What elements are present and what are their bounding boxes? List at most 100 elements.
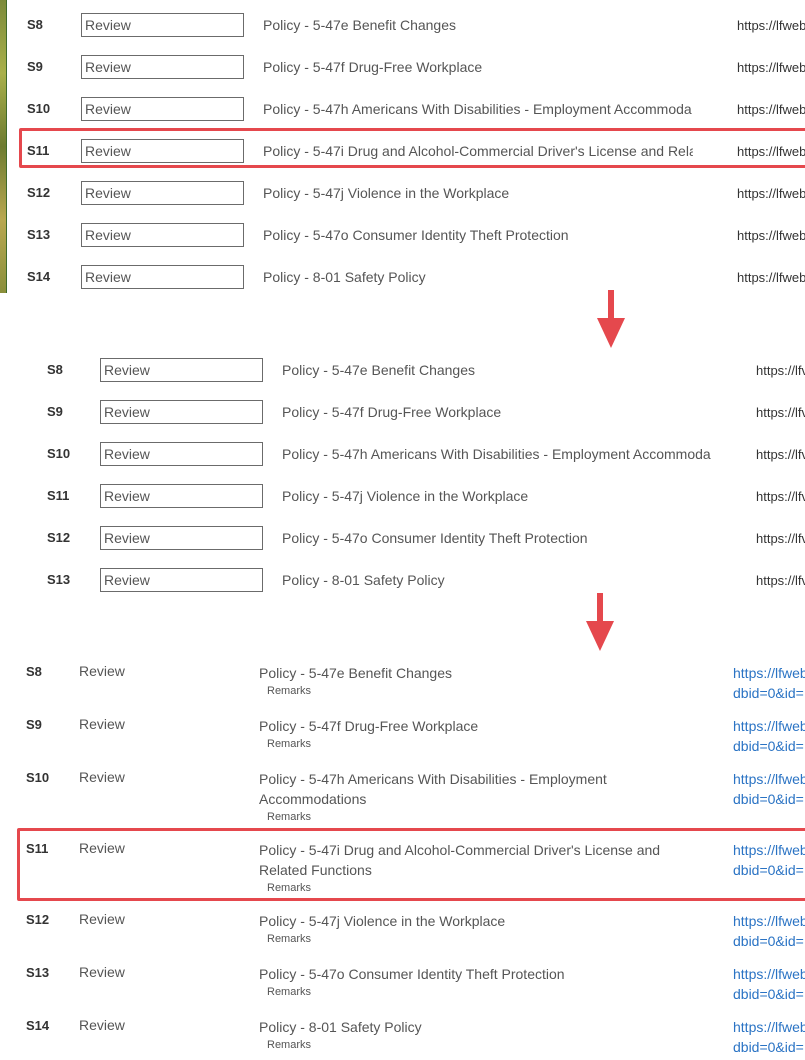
row-id: S12 xyxy=(27,185,51,200)
review-value: Review xyxy=(79,911,125,927)
remarks-label: Remarks xyxy=(267,738,312,750)
policy-title: Policy - 5-47f Drug-Free Workplace xyxy=(263,59,483,75)
row-id: S13 xyxy=(47,572,71,587)
policy-url[interactable]: https://lfweb xyxy=(737,102,805,117)
row-id: S8 xyxy=(47,362,63,377)
policy-url[interactable]: https://lfv xyxy=(756,363,805,378)
policy-link[interactable]: https://lfweb dbid=0&id=: xyxy=(733,1017,805,1057)
policy-link[interactable]: https://lfweb dbid=0&id=: xyxy=(733,769,805,809)
policy-title: Policy - 5-47h Americans With Disabiliti… xyxy=(263,101,692,117)
review-input[interactable]: Review xyxy=(81,55,244,79)
review-input[interactable]: Review xyxy=(81,97,244,121)
remarks-label: Remarks xyxy=(267,1039,312,1051)
review-input[interactable]: Review xyxy=(100,526,263,550)
policy-title: Policy - 8-01 Safety Policy xyxy=(263,269,426,285)
row-id: S9 xyxy=(27,59,43,74)
policy-url[interactable]: https://lfv xyxy=(756,447,805,462)
policy-title: Policy - 5-47e Benefit Changes xyxy=(263,17,456,33)
policy-title: Policy - 5-47o Consumer Identity Theft P… xyxy=(263,227,569,243)
after-delete-table-panel: S8 Review Policy - 5-47e Benefit Changes… xyxy=(0,350,805,593)
review-input[interactable]: Review xyxy=(81,181,244,205)
review-input[interactable]: Review xyxy=(81,13,244,37)
policy-title: Policy - 5-47o Consumer Identity Theft P… xyxy=(259,966,565,982)
table-row: S10 Review Policy - 5-47h Americans With… xyxy=(0,442,805,484)
review-input[interactable]: Review xyxy=(81,223,244,247)
policy-url[interactable]: https://lfv xyxy=(756,489,805,504)
down-arrow-icon xyxy=(586,593,614,651)
row-id: S12 xyxy=(47,530,71,545)
policy-title: Policy - 5-47e Benefit Changes xyxy=(282,362,475,378)
row-id: S14 xyxy=(26,1018,50,1033)
row-id: S12 xyxy=(26,912,50,927)
policy-title: Policy - 5-47o Consumer Identity Theft P… xyxy=(282,530,588,546)
remarks-label: Remarks xyxy=(267,685,312,697)
policy-title: Policy - 5-47h Americans With Disabiliti… xyxy=(282,446,711,462)
table-row: S8 Review Policy - 5-47e Benefit Changes… xyxy=(0,358,805,400)
table-row: S13 Review Policy - 8-01 Safety Policy h… xyxy=(0,568,805,593)
table-row: S13 Review Policy - 5-47o Consumer Ident… xyxy=(0,956,805,1009)
table-row: S9 Review Policy - 5-47f Drug-Free Workp… xyxy=(0,708,805,761)
policy-link[interactable]: https://lfweb dbid=0&id=: xyxy=(733,663,805,703)
table-row: S9 Review Policy - 5-47f Drug-Free Workp… xyxy=(0,400,805,442)
policy-title: Policy - 5-47f Drug-Free Workplace xyxy=(259,718,479,734)
review-input[interactable]: Review xyxy=(81,265,244,289)
row-id: S9 xyxy=(26,717,42,732)
row-id: S14 xyxy=(27,269,51,284)
table-row: S12 Review Policy - 5-47o Consumer Ident… xyxy=(0,526,805,568)
policy-title: Policy - 5-47h Americans With Disabiliti… xyxy=(259,771,607,807)
row-id: S10 xyxy=(26,770,50,785)
policy-link[interactable]: https://lfweb dbid=0&id=: xyxy=(733,911,805,951)
review-input[interactable]: Review xyxy=(100,400,263,424)
table-row: S14 Review Policy - 8-01 Safety Policy h… xyxy=(0,265,805,293)
policy-url[interactable]: https://lfv xyxy=(756,405,805,420)
down-arrow-icon xyxy=(597,290,625,348)
table-row: S14 Review Policy - 8-01 Safety Policy R… xyxy=(0,1009,805,1060)
review-input[interactable]: Review xyxy=(100,484,263,508)
review-input[interactable]: Review xyxy=(100,442,263,466)
policy-url[interactable]: https://lfweb xyxy=(737,18,805,33)
row-id: S8 xyxy=(26,664,42,679)
policy-url[interactable]: https://lfweb xyxy=(737,186,805,201)
policy-title: Policy - 5-47f Drug-Free Workplace xyxy=(282,404,502,420)
table-row: S12 Review Policy - 5-47j Violence in th… xyxy=(0,181,805,223)
review-input[interactable]: Review xyxy=(100,568,263,592)
remarks-label: Remarks xyxy=(267,811,312,823)
review-value: Review xyxy=(79,1017,125,1033)
table-row: S8 Review Policy - 5-47e Benefit Changes… xyxy=(0,13,805,55)
policy-url[interactable]: https://lfweb xyxy=(737,228,805,243)
row-id: S8 xyxy=(27,17,43,32)
remarks-label: Remarks xyxy=(267,986,312,998)
review-input[interactable]: Review xyxy=(100,358,263,382)
row-id: S10 xyxy=(27,101,51,116)
review-value: Review xyxy=(79,769,125,785)
table-row: S11 Review Policy - 5-47j Violence in th… xyxy=(0,484,805,526)
policy-title: Policy - 8-01 Safety Policy xyxy=(282,572,445,588)
before-table-panel: S8 Review Policy - 5-47e Benefit Changes… xyxy=(0,0,805,293)
table-row: S13 Review Policy - 5-47o Consumer Ident… xyxy=(0,223,805,265)
table-row: S10 Review Policy - 5-47h Americans With… xyxy=(0,761,805,832)
policy-url[interactable]: https://lfv xyxy=(756,573,805,588)
highlight-box-s11 xyxy=(17,828,805,901)
policy-title: Policy - 5-47j Violence in the Workplace xyxy=(259,913,506,929)
policy-url[interactable]: https://lfv xyxy=(756,531,805,546)
policy-link[interactable]: https://lfweb dbid=0&id=: xyxy=(733,716,805,756)
review-value: Review xyxy=(79,964,125,980)
review-value: Review xyxy=(79,716,125,732)
policy-title: Policy - 8-01 Safety Policy xyxy=(259,1019,422,1035)
row-id: S13 xyxy=(27,227,51,242)
row-id: S13 xyxy=(26,965,50,980)
table-row: S8 Review Policy - 5-47e Benefit Changes… xyxy=(0,655,805,708)
policy-title: Policy - 5-47e Benefit Changes xyxy=(259,665,452,681)
highlight-box-s11 xyxy=(19,128,805,168)
policy-title: Policy - 5-47j Violence in the Workplace xyxy=(263,185,510,201)
policy-link[interactable]: https://lfweb dbid=0&id=: xyxy=(733,964,805,1004)
policy-url[interactable]: https://lfweb xyxy=(737,270,805,285)
row-id: S10 xyxy=(47,446,71,461)
row-id: S9 xyxy=(47,404,63,419)
policy-url[interactable]: https://lfweb xyxy=(737,60,805,75)
policy-title: Policy - 5-47j Violence in the Workplace xyxy=(282,488,529,504)
table-row: S12 Review Policy - 5-47j Violence in th… xyxy=(0,903,805,956)
review-value: Review xyxy=(79,663,125,679)
output-list-panel: S8 Review Policy - 5-47e Benefit Changes… xyxy=(0,655,805,1060)
table-row: S9 Review Policy - 5-47f Drug-Free Workp… xyxy=(0,55,805,97)
